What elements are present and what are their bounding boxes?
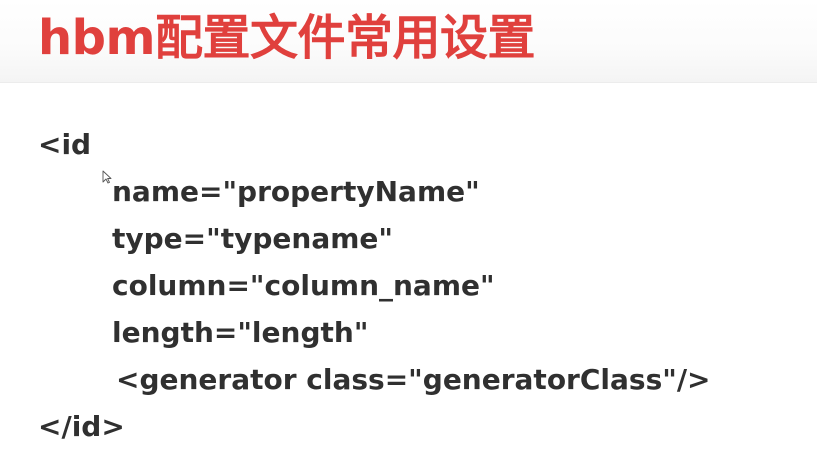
code-line-type-attr: type="typename" (112, 222, 393, 255)
code-line-length-attr: length="length" (112, 316, 369, 349)
slide: hbm配置文件常用设置 <id name="propertyName" type… (0, 0, 817, 467)
code-block: <id name="propertyName" type="typename" … (38, 121, 711, 450)
code-line-open-tag: <id (38, 128, 92, 161)
code-line-name-attr: name="propertyName" (112, 175, 480, 208)
code-line-generator: <generator class="generatorClass"/> (116, 363, 711, 396)
mouse-pointer-icon (102, 170, 112, 184)
title-band: hbm配置文件常用设置 (0, 0, 817, 83)
code-line-column-attr: column="column_name" (112, 269, 495, 302)
code-line-close-tag: </id> (38, 410, 125, 443)
slide-title: hbm配置文件常用设置 (38, 10, 536, 66)
